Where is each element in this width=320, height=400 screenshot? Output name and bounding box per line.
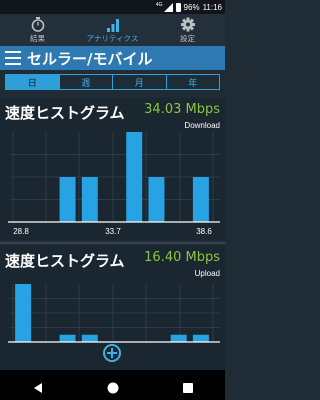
signal-icon xyxy=(163,2,173,12)
download-speed: 34.03 Mbps xyxy=(144,102,220,117)
histogram-bar xyxy=(81,334,98,342)
tab-settings-label: 設定 xyxy=(180,34,195,43)
stopwatch-icon xyxy=(31,17,44,32)
battery-percent: 96% xyxy=(183,2,200,12)
download-card-title: 速度ヒストグラム xyxy=(5,104,125,122)
download-card: 28.8 33.7 38.6 速度ヒストグラム 34.03 Mbps Downloa… xyxy=(0,98,225,240)
back-icon[interactable] xyxy=(32,379,44,393)
status-right: 4G 96% 11:16 xyxy=(156,1,222,13)
battery-icon xyxy=(175,2,181,12)
tab-analytics[interactable]: アナリティクス xyxy=(75,14,150,46)
home-icon[interactable] xyxy=(107,379,119,394)
add-button[interactable] xyxy=(103,344,121,362)
network-type: 4G xyxy=(155,2,163,8)
histogram-bar xyxy=(81,177,98,222)
tick-label: 33.7 xyxy=(105,227,121,236)
system-nav-bar xyxy=(0,370,225,400)
period-month[interactable]: 月 xyxy=(113,75,167,89)
histogram-bar xyxy=(59,334,76,342)
upload-card-title: 速度ヒストグラム xyxy=(5,252,125,270)
histogram-bar xyxy=(59,177,76,222)
recents-icon[interactable] xyxy=(182,379,194,393)
histogram-bar xyxy=(126,132,143,222)
histogram-bar xyxy=(15,284,32,342)
period-selector: 日 週 月 年 xyxy=(5,74,220,90)
histogram-bar xyxy=(148,177,165,222)
tab-settings[interactable]: 設定 xyxy=(150,14,225,46)
tick-label: 28.8 xyxy=(13,227,29,236)
histogram-bar xyxy=(170,334,187,342)
period-day[interactable]: 日 xyxy=(6,75,60,89)
tab-results-label: 結果 xyxy=(30,34,45,43)
top-nav: 結果 アナリティクス 設定 xyxy=(0,14,225,46)
card-divider xyxy=(0,242,225,244)
clock: 11:16 xyxy=(202,2,222,12)
tab-analytics-label: アナリティクス xyxy=(86,34,139,43)
tick-label: 38.6 xyxy=(196,227,212,236)
tab-results[interactable]: 結果 xyxy=(0,14,75,46)
download-label: Download xyxy=(184,121,220,130)
bar-chart-icon xyxy=(106,19,119,32)
upload-speed: 16.40 Mbps xyxy=(144,250,220,265)
gear-icon xyxy=(180,17,195,32)
histogram-bar xyxy=(192,334,209,342)
hamburger-menu-icon[interactable] xyxy=(5,51,21,65)
page-title: セルラー/モバイル xyxy=(27,49,153,68)
period-week[interactable]: 週 xyxy=(60,75,113,89)
upload-label: Upload xyxy=(194,269,220,278)
app-header: セルラー/モバイル xyxy=(0,46,225,70)
histogram-bar xyxy=(192,177,209,222)
status-bar: 4G 96% 11:16 xyxy=(0,0,225,14)
period-year[interactable]: 年 xyxy=(167,75,220,89)
